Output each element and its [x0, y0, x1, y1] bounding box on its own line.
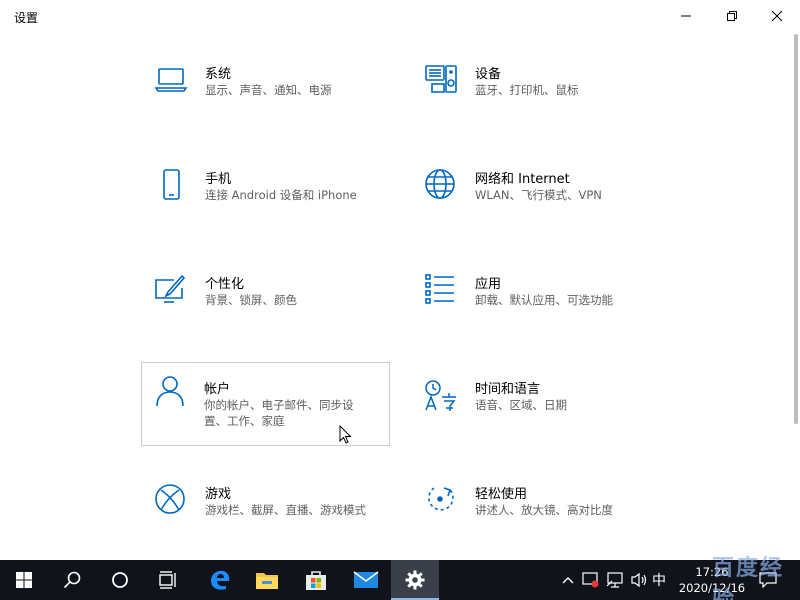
tile-desc: 游戏栏、截屏、直播、游戏模式 — [205, 503, 366, 517]
tile-name: 应用 — [475, 277, 502, 292]
mail-icon — [353, 571, 379, 588]
search-icon — [63, 571, 81, 589]
title-bar: 设置 — [0, 0, 800, 32]
xbox-icon — [154, 484, 188, 518]
tile-name: 设备 — [475, 67, 502, 82]
keyboard-speaker-icon — [424, 64, 458, 98]
search-button[interactable] — [48, 560, 96, 600]
tile-devices[interactable]: 设备 蓝牙、打印机、鼠标 — [412, 62, 660, 146]
close-icon — [771, 10, 783, 22]
store-bag-icon — [306, 571, 326, 590]
start-button[interactable] — [0, 560, 48, 600]
minimize-icon — [681, 15, 691, 17]
folder-icon — [256, 573, 278, 589]
edge-icon — [211, 570, 230, 590]
tile-time-language[interactable]: 时间和语言 语音、区域、日期 — [412, 377, 660, 461]
watermark: 百度经验 — [712, 556, 785, 600]
settings-taskbar-button[interactable] — [391, 560, 439, 600]
paint-monitor-icon — [154, 274, 188, 308]
tile-apps[interactable]: 应用 卸载、默认应用、可选功能 — [412, 272, 660, 356]
edge-button[interactable] — [196, 560, 244, 600]
tray-volume-button[interactable] — [628, 560, 650, 600]
tile-phone[interactable]: 手机 连接 Android 设备和 iPhone — [142, 167, 390, 251]
tile-desc: 蓝牙、打印机、鼠标 — [475, 83, 579, 97]
volume-icon — [631, 572, 647, 588]
mail-button[interactable] — [342, 560, 390, 600]
tile-desc: 讲述人、放大镜、高对比度 — [475, 503, 613, 517]
gear-icon — [405, 570, 425, 590]
tile-name: 网络和 Internet — [475, 172, 570, 187]
tile-desc: 语音、区域、日期 — [475, 398, 567, 412]
tile-name: 时间和语言 — [475, 382, 541, 397]
phone-icon — [154, 169, 188, 203]
file-explorer-button[interactable] — [243, 560, 291, 600]
tile-desc: 卸载、默认应用、可选功能 — [475, 293, 613, 307]
task-view-button[interactable] — [144, 560, 192, 600]
tile-system[interactable]: 系统 显示、声音、通知、电源 — [142, 62, 390, 146]
tile-desc: 显示、声音、通知、电源 — [205, 83, 332, 97]
language-icon — [424, 379, 458, 413]
tile-name: 个性化 — [205, 277, 245, 292]
tile-ease-of-access[interactable]: 轻松使用 讲述人、放大镜、高对比度 — [412, 482, 660, 566]
chevron-up-icon — [562, 577, 574, 584]
apps-list-icon — [424, 274, 458, 308]
network-disconnected-icon — [606, 572, 623, 588]
windows-logo-icon — [16, 572, 32, 588]
tray-overflow-button[interactable] — [558, 560, 578, 600]
ime-indicator[interactable]: 中 — [652, 570, 666, 590]
tile-name: 系统 — [205, 67, 232, 82]
store-button[interactable] — [292, 560, 340, 600]
tile-network[interactable]: 网络和 Internet WLAN、飞行模式、VPN — [412, 167, 660, 251]
tile-name: 手机 — [205, 172, 232, 187]
ease-of-access-icon — [424, 484, 458, 518]
tray-security-button[interactable] — [580, 560, 602, 600]
restore-button[interactable] — [709, 0, 755, 32]
globe-icon — [424, 169, 458, 203]
tile-gaming[interactable]: 游戏 游戏栏、截屏、直播、游戏模式 — [142, 482, 390, 566]
window-title: 设置 — [14, 11, 39, 25]
cortana-button[interactable] — [96, 560, 144, 600]
tray-network-button[interactable] — [604, 560, 626, 600]
restore-icon — [727, 11, 737, 21]
close-button[interactable] — [754, 0, 800, 32]
taskbar: 中 17:26 2020/12/16 — [0, 560, 800, 600]
person-icon — [153, 374, 187, 408]
tile-name: 帐户 — [204, 382, 231, 397]
tile-desc: 连接 Android 设备和 iPhone — [205, 188, 357, 202]
laptop-icon — [154, 64, 188, 98]
mouse-cursor-icon — [339, 425, 352, 444]
cortana-icon — [112, 572, 128, 588]
tile-personalization[interactable]: 个性化 背景、锁屏、颜色 — [142, 272, 390, 356]
tile-name: 轻松使用 — [475, 487, 528, 502]
tile-desc: WLAN、飞行模式、VPN — [475, 188, 602, 202]
task-view-icon — [159, 571, 176, 589]
minimize-button[interactable] — [663, 0, 709, 32]
tile-name: 游戏 — [205, 487, 232, 502]
security-alert-icon — [582, 572, 599, 588]
scrollbar[interactable] — [794, 34, 798, 424]
tile-desc: 背景、锁屏、颜色 — [205, 293, 297, 307]
